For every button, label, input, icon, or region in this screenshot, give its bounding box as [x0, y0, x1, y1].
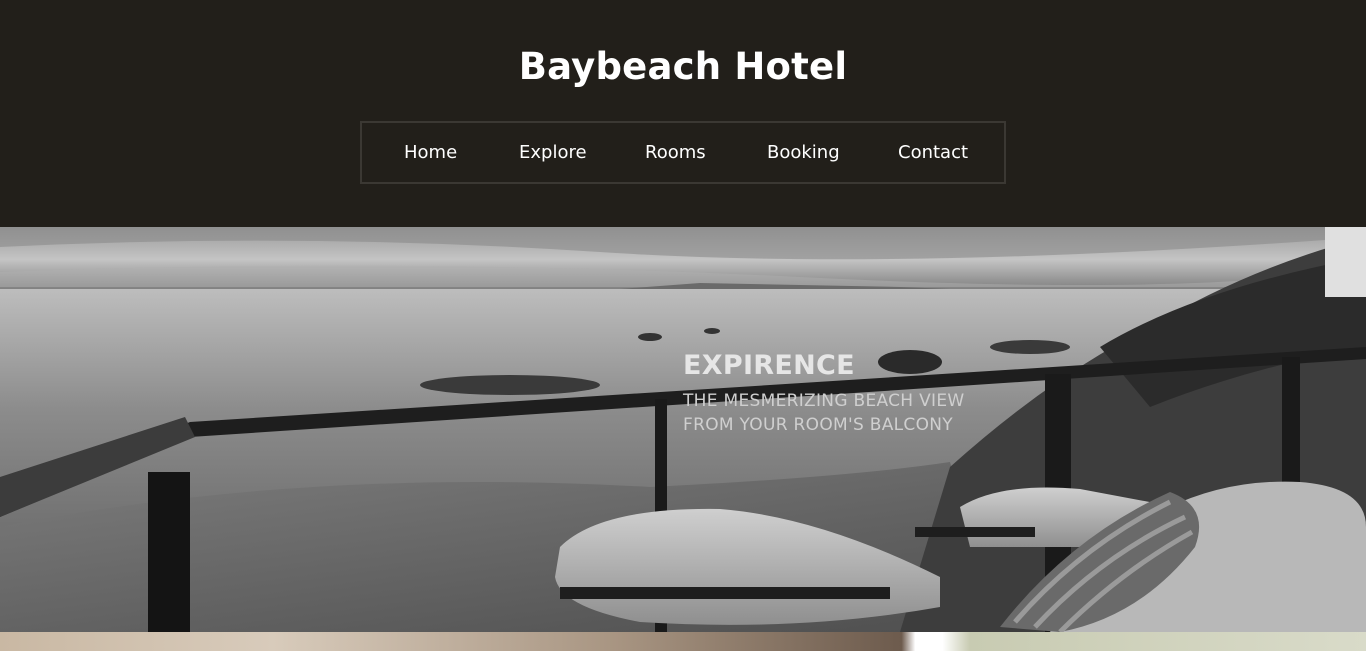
- hero-banner: EXPIRENCE THE MESMERIZING BEACH VIEW FRO…: [0, 227, 1366, 632]
- site-title[interactable]: Baybeach Hotel: [0, 42, 1366, 92]
- gallery-strip: [0, 632, 1366, 651]
- hero-subtitle-line-2: FROM YOUR ROOM'S BALCONY: [683, 415, 953, 435]
- nav-item-rooms[interactable]: Rooms: [645, 123, 706, 182]
- nav-item-contact[interactable]: Contact: [898, 123, 968, 182]
- nav-item-home[interactable]: Home: [404, 123, 457, 182]
- site-header: Baybeach Hotel Home Explore Rooms Bookin…: [0, 0, 1366, 227]
- main-nav: Home Explore Rooms Booking Contact: [360, 121, 1006, 184]
- nav-item-explore[interactable]: Explore: [519, 123, 587, 182]
- hero-heading: EXPIRENCE: [683, 350, 855, 381]
- hero-subtitle-line-1: THE MESMERIZING BEACH VIEW: [683, 391, 965, 411]
- nav-item-booking[interactable]: Booking: [767, 123, 840, 182]
